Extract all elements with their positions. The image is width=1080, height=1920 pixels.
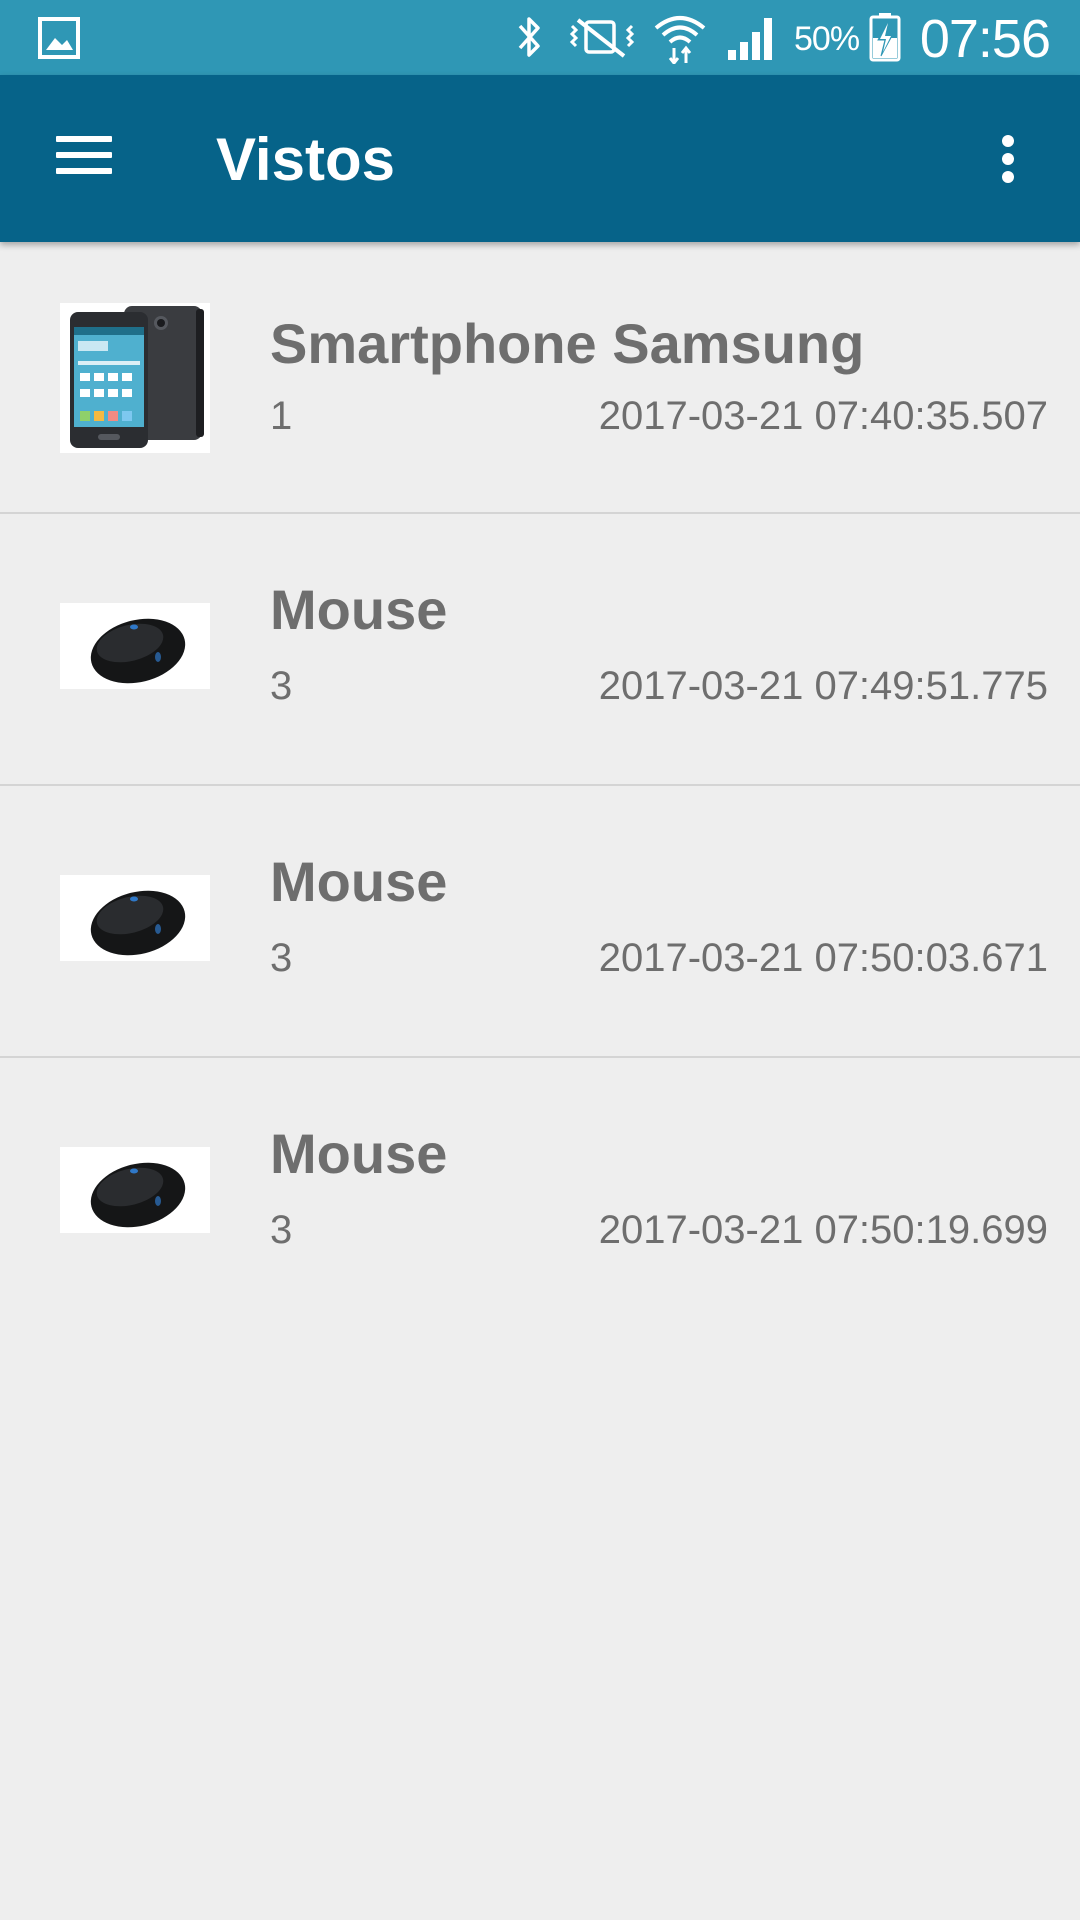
item-quantity: 3 xyxy=(270,1208,293,1252)
wifi-icon xyxy=(654,16,706,64)
item-date: 2017-03-21 07:50:19.699 xyxy=(598,1208,1048,1252)
item-quantity: 3 xyxy=(270,936,293,980)
battery-percent: 50% xyxy=(794,20,860,58)
list-item[interactable]: Mouse 3 2017-03-21 07:50:03.671 xyxy=(0,786,1080,1058)
item-name: Mouse xyxy=(270,578,448,641)
item-date: 2017-03-21 07:50:03.671 xyxy=(598,936,1048,980)
list-item[interactable]: Mouse 3 2017-03-21 07:49:51.775 xyxy=(0,514,1080,786)
hamburger-menu-icon[interactable] xyxy=(30,115,138,203)
status-clock: 07:56 xyxy=(919,9,1051,69)
smartphone-image xyxy=(60,303,210,453)
app-bar: Vistos xyxy=(0,75,1080,242)
item-date: 2017-03-21 07:40:35.507 xyxy=(598,394,1048,438)
page-title: Vistos xyxy=(216,126,395,193)
status-bar: 50% 07:56 xyxy=(0,0,1080,75)
more-vert-icon[interactable] xyxy=(978,115,1038,203)
item-name: Smartphone Samsung xyxy=(270,312,865,375)
item-name: Mouse xyxy=(270,850,448,913)
vibrate-mute-icon xyxy=(569,18,635,58)
item-quantity: 1 xyxy=(270,394,293,438)
viewed-items-list: Smartphone Samsung 1 2017-03-21 07:40:35… xyxy=(0,242,1080,1330)
mouse-image xyxy=(60,875,210,961)
mouse-image xyxy=(60,603,210,689)
cell-signal-icon xyxy=(728,18,772,60)
item-date: 2017-03-21 07:49:51.775 xyxy=(598,664,1048,708)
list-item[interactable]: Smartphone Samsung 1 2017-03-21 07:40:35… xyxy=(0,242,1080,514)
bluetooth-icon xyxy=(518,17,540,57)
gallery-icon xyxy=(38,17,80,59)
mouse-image xyxy=(60,1147,210,1233)
battery-charging-icon xyxy=(869,13,901,62)
item-quantity: 3 xyxy=(270,664,293,708)
item-name: Mouse xyxy=(270,1122,448,1185)
list-item[interactable]: Mouse 3 2017-03-21 07:50:19.699 xyxy=(0,1058,1080,1330)
